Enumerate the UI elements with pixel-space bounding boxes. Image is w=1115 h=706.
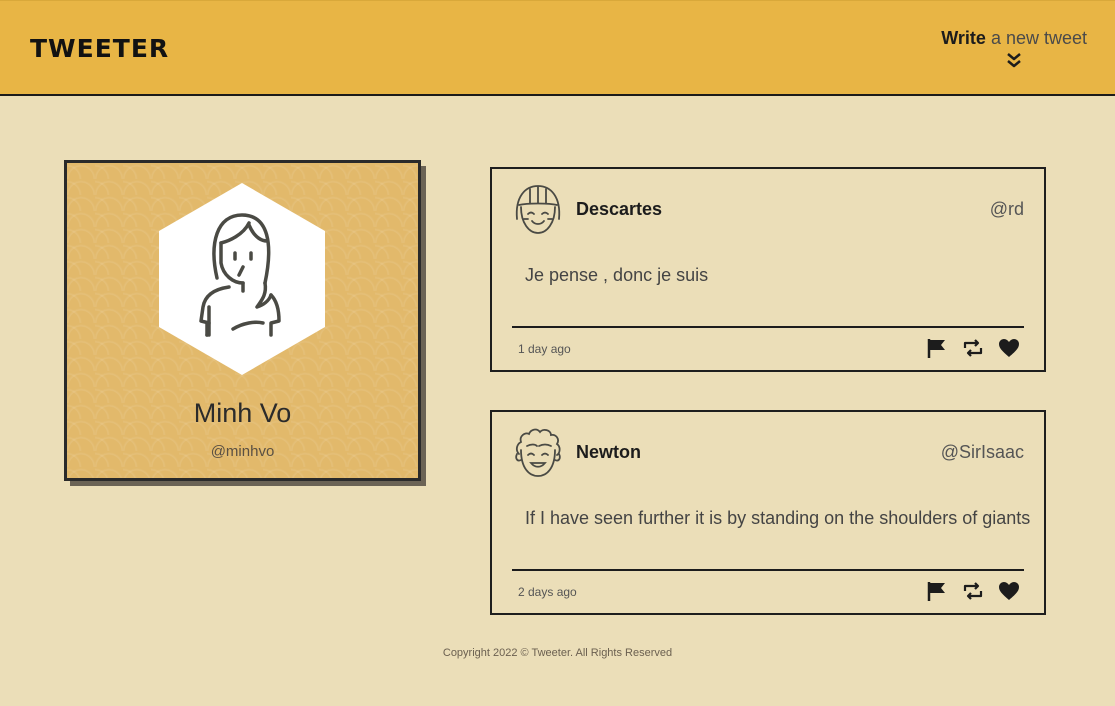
tweet-divider bbox=[512, 569, 1024, 571]
tweet-card: Newton @SirIsaac If I have seen further … bbox=[490, 410, 1046, 615]
double-chevron-down-icon[interactable] bbox=[941, 51, 1087, 69]
tweet-text: Je pense , donc je suis bbox=[525, 265, 709, 285]
flag-icon[interactable] bbox=[926, 337, 948, 359]
heart-icon[interactable] bbox=[998, 580, 1020, 602]
tweet-time: 1 day ago bbox=[518, 342, 571, 356]
retweet-icon[interactable] bbox=[962, 337, 984, 359]
write-new-tweet-button[interactable]: Write a new tweet bbox=[941, 28, 1087, 69]
compose-label-light: a new tweet bbox=[990, 28, 1087, 48]
profile-card: Minh Vo @minhvo bbox=[64, 160, 421, 481]
tweet-divider bbox=[512, 326, 1024, 328]
tweet-actions bbox=[926, 580, 1020, 602]
footer-copyright: Copyright 2022 © Tweeter. All Rights Res… bbox=[442, 647, 673, 659]
tweet-time: 2 days ago bbox=[518, 585, 577, 599]
app-logo[interactable]: TWEETER bbox=[30, 34, 169, 63]
tweet-card: Descartes @rd Je pense , donc je suis 1 … bbox=[490, 167, 1046, 372]
compose-label-strong: Write bbox=[941, 28, 986, 48]
profile-handle: @minhvo bbox=[210, 443, 275, 460]
curly-hair-avatar-icon bbox=[515, 428, 561, 477]
heart-icon[interactable] bbox=[998, 337, 1020, 359]
tweet-handle: @SirIsaac bbox=[940, 442, 1024, 462]
tweet-text: If I have seen further it is by standing… bbox=[525, 508, 1031, 528]
tweet-author: Newton bbox=[576, 442, 641, 462]
tweet-handle: @rd bbox=[989, 199, 1024, 219]
girl-avatar-icon bbox=[515, 185, 561, 234]
top-navbar: TWEETER Write a new tweet bbox=[0, 0, 1115, 96]
tweet-actions bbox=[926, 337, 1020, 359]
flag-icon[interactable] bbox=[926, 580, 948, 602]
profile-name: Minh Vo bbox=[193, 398, 292, 428]
retweet-icon[interactable] bbox=[962, 580, 984, 602]
tweet-author: Descartes bbox=[576, 199, 663, 219]
woman-avatar-icon bbox=[159, 183, 325, 375]
